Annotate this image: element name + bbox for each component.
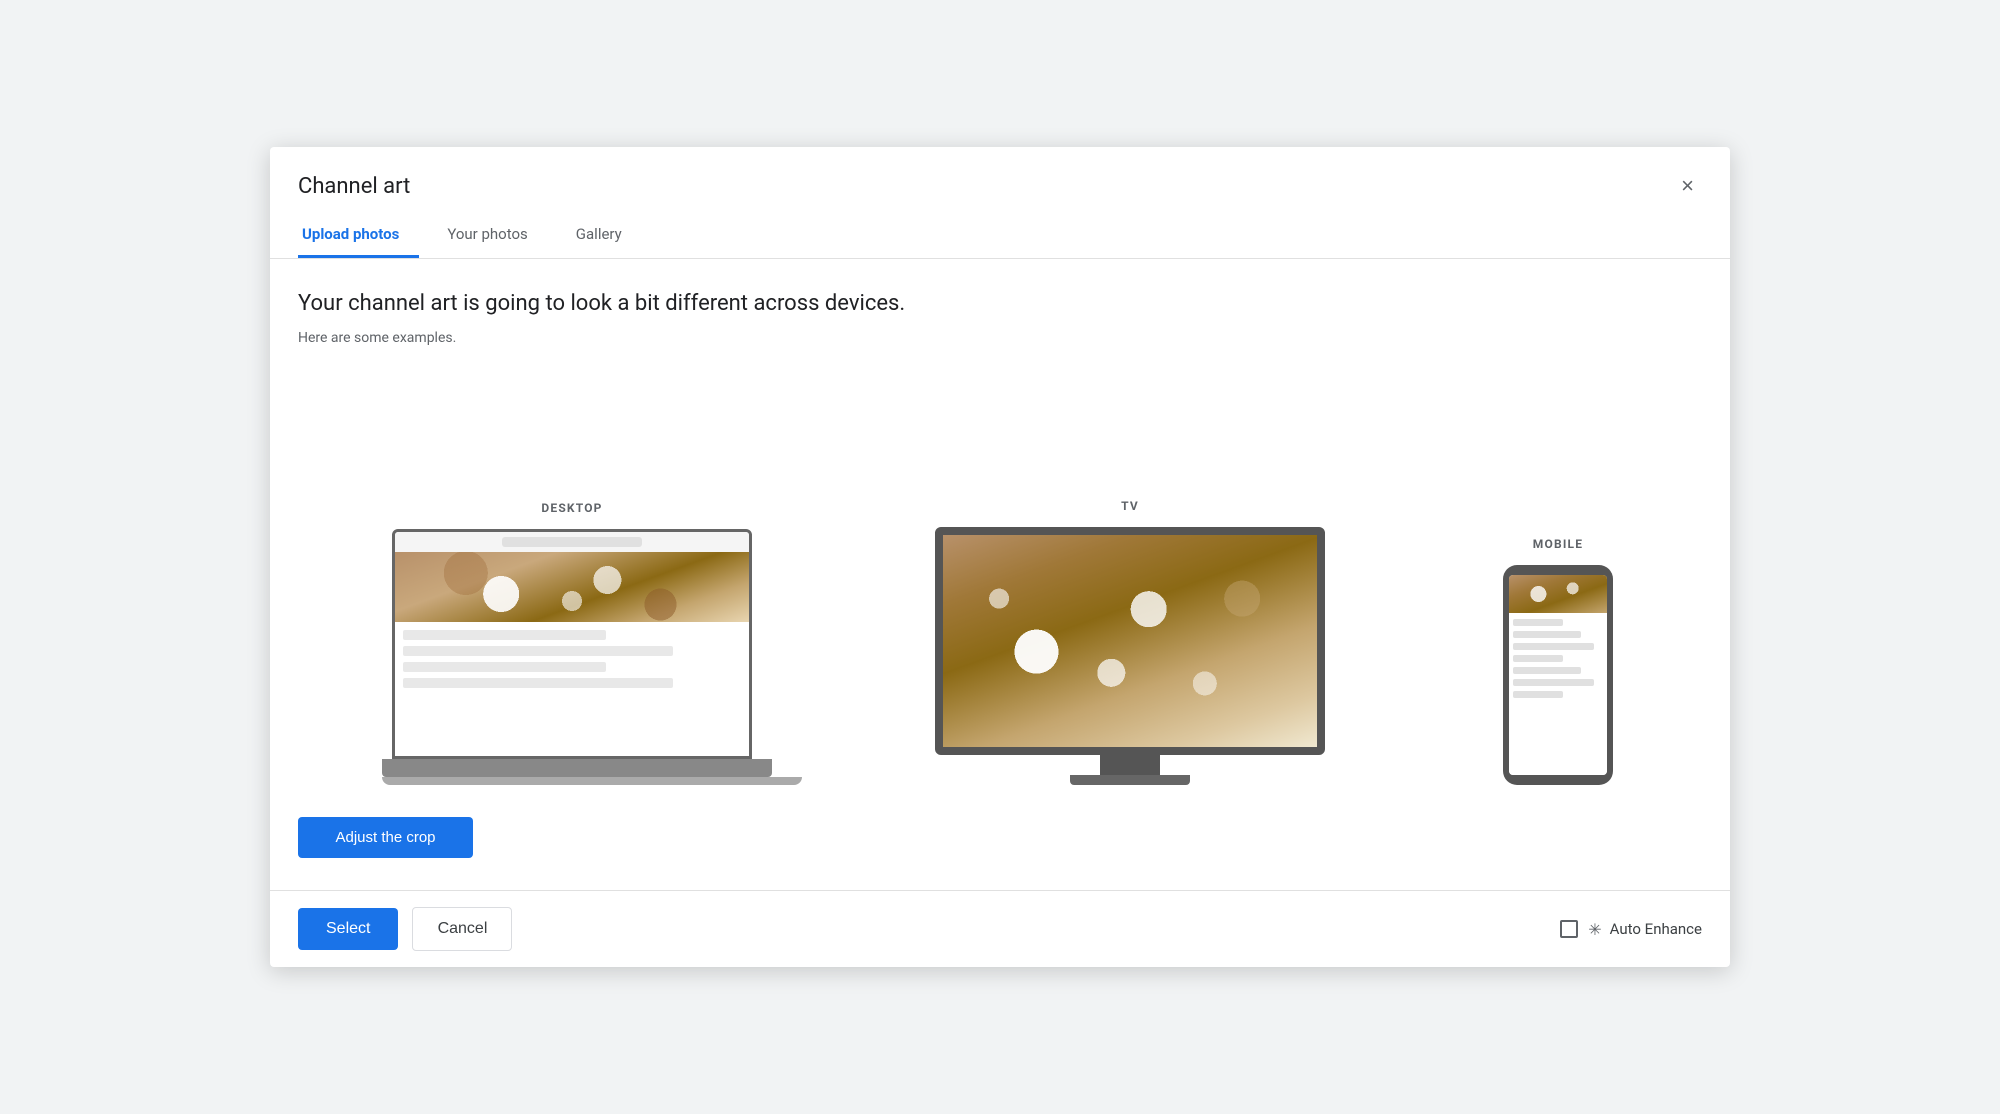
tv-base [1070, 775, 1190, 785]
desktop-content-line-1 [403, 630, 606, 640]
device-desktop: DESKTOP [382, 501, 762, 785]
tab-bar: Upload photos Your photos Gallery [270, 213, 1730, 259]
desktop-content-line-4 [403, 678, 673, 688]
desktop-url-input-bar [502, 537, 642, 547]
footer-actions-right: ✳ Auto Enhance [1560, 920, 1702, 939]
dialog-body: Your channel art is going to look a bit … [270, 259, 1730, 890]
tv-mockup [930, 527, 1330, 785]
tab-gallery[interactable]: Gallery [572, 213, 642, 258]
dialog-title: Channel art [298, 174, 410, 199]
mobile-line-7 [1513, 691, 1563, 698]
close-button[interactable]: × [1673, 171, 1702, 201]
select-button[interactable]: Select [298, 908, 398, 950]
desktop-label: DESKTOP [541, 501, 602, 515]
adjust-crop-button[interactable]: Adjust the crop [298, 817, 473, 858]
device-mobile: MOBILE [1498, 537, 1618, 785]
desktop-content [395, 622, 749, 756]
desktop-banner [395, 552, 749, 622]
desktop-url-bar [395, 532, 749, 552]
auto-enhance-text: Auto Enhance [1610, 920, 1702, 938]
dialog-footer: Select Cancel ✳ Auto Enhance [270, 890, 1730, 967]
tv-stand [1100, 755, 1160, 775]
tab-upload-photos[interactable]: Upload photos [298, 213, 419, 258]
desktop-foot [382, 777, 802, 785]
tv-banner-image [943, 535, 1317, 747]
mobile-screen [1509, 575, 1607, 775]
mobile-line-5 [1513, 667, 1581, 674]
subtext: Here are some examples. [298, 330, 1702, 346]
mobile-line-1 [1513, 619, 1563, 626]
tab-your-photos[interactable]: Your photos [443, 213, 547, 258]
devices-row: DESKTOP [298, 382, 1702, 785]
desktop-mockup [382, 529, 762, 785]
desktop-base [382, 759, 772, 777]
device-tv: TV [930, 499, 1330, 785]
auto-enhance-label[interactable]: ✳ Auto Enhance [1588, 920, 1702, 939]
channel-art-dialog: Channel art × Upload photos Your photos … [270, 147, 1730, 967]
dialog-header: Channel art × [270, 147, 1730, 201]
mobile-line-6 [1513, 679, 1594, 686]
headline-text: Your channel art is going to look a bit … [298, 291, 1702, 316]
mobile-body [1503, 565, 1613, 785]
desktop-content-line-2 [403, 646, 673, 656]
mobile-content [1509, 613, 1607, 775]
cancel-button[interactable]: Cancel [412, 907, 512, 951]
desktop-content-line-3 [403, 662, 606, 672]
tv-label: TV [1121, 499, 1139, 513]
mobile-mockup [1498, 565, 1618, 785]
desktop-banner-image [395, 552, 749, 622]
mobile-banner-image [1509, 575, 1607, 613]
tv-screen [935, 527, 1325, 755]
sparkle-icon: ✳ [1588, 920, 1601, 939]
mobile-line-2 [1513, 631, 1581, 638]
auto-enhance-checkbox[interactable] [1560, 920, 1578, 938]
mobile-label: MOBILE [1533, 537, 1583, 551]
desktop-screen [392, 529, 752, 759]
mobile-line-4 [1513, 655, 1563, 662]
mobile-line-3 [1513, 643, 1594, 650]
footer-actions-left: Select Cancel [298, 907, 512, 951]
